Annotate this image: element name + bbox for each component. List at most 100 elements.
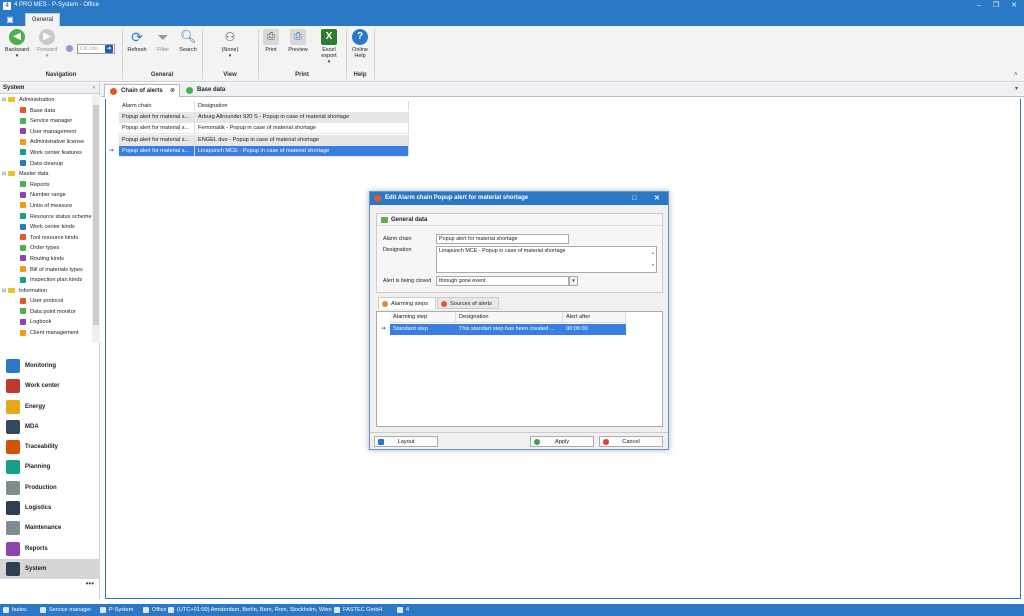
online-help-button[interactable]: ? Online Help (349, 29, 371, 59)
table-cell[interactable]: Popup alert for material s... (119, 145, 195, 157)
table-row[interactable]: Popup alert for material s... Ferromatik … (119, 123, 409, 135)
textarea-scroll-icon[interactable]: ▴ ▾ (652, 247, 654, 271)
nav-planning[interactable]: Planning (0, 457, 100, 477)
table-cell[interactable]: Popup alert for material s... (119, 112, 195, 123)
tab-dropdown-icon[interactable]: ▾ (1015, 85, 1018, 92)
cancel-button[interactable]: Cancel (599, 436, 663, 447)
tree-item[interactable]: Base data (0, 106, 92, 117)
excel-export-button[interactable]: X Excel export ▾ (316, 29, 342, 65)
step-designation-cell[interactable]: This standart step has been created ... (456, 324, 563, 335)
tab-chain-of-alerts[interactable]: Chain of alerts ⊗ (104, 84, 180, 97)
print-button[interactable]: ⎙ Print (260, 29, 282, 53)
nav-energy[interactable]: Energy (0, 397, 100, 417)
search-button[interactable]: 🔍︎ Search (176, 29, 200, 53)
tree-group[interactable]: ⊟ Administration (0, 95, 92, 106)
tree-item[interactable]: Units of measure (0, 201, 92, 212)
tree-item[interactable]: User management (0, 127, 92, 138)
tree-item[interactable]: Work center features (0, 148, 92, 159)
column-designation[interactable]: Designation (195, 101, 409, 111)
close-tab-icon[interactable]: ⊗ (170, 85, 175, 98)
close-icon[interactable]: ✕ (654, 192, 660, 205)
tree-scrollbar[interactable] (92, 95, 100, 343)
forward-button[interactable]: ▶ Forward ▾ (34, 29, 60, 59)
tree-item[interactable]: Tool resource kinds (0, 233, 92, 244)
tree-item[interactable]: Resource status scheme (0, 212, 92, 223)
alert-after-cell[interactable]: 00:06:00 (563, 324, 626, 335)
tree-item[interactable]: User protocol (0, 296, 92, 307)
nav-maintenance[interactable]: Maintenance (0, 518, 100, 538)
tab-base-data[interactable]: Base data (181, 84, 241, 97)
ccode-input[interactable]: CitCode ➜ (77, 44, 115, 54)
nav-system[interactable]: System (0, 558, 100, 580)
sidebar-header: System ‹ (0, 83, 99, 94)
item-icon (20, 213, 26, 220)
tab-general[interactable]: General (25, 13, 60, 26)
tree-item[interactable]: Administrative license (0, 137, 92, 148)
refresh-button[interactable]: ⟳ Refresh (124, 29, 150, 53)
tab-sources-of-alerts[interactable]: Sources of alerts (437, 297, 499, 309)
nav-production[interactable]: Production (0, 478, 100, 498)
tree-item[interactable]: Order types (0, 243, 92, 254)
status-icon (143, 607, 149, 613)
tree-item[interactable]: Reports (0, 180, 92, 191)
table-cell[interactable]: Popup alert for material s... (119, 123, 195, 135)
nav-logistics[interactable]: Logistics (0, 498, 100, 518)
nav-mda[interactable]: MDA (0, 417, 100, 437)
tree-item[interactable]: Client management (0, 328, 92, 339)
preview-button[interactable]: ⎙ Preview (286, 29, 310, 53)
close-icon[interactable]: ✕ (1008, 1, 1020, 11)
maximize-icon[interactable]: □ (632, 192, 636, 205)
chevron-down-icon[interactable]: ▾ (569, 276, 578, 286)
app-menu-icon[interactable]: ▣ (3, 14, 17, 25)
column-step-designation[interactable]: Designation (456, 312, 563, 323)
backward-button[interactable]: ◀ Backward ▾ (4, 29, 30, 59)
column-alarm-chain[interactable]: Alarm chain (119, 101, 195, 111)
alarm-chain-field[interactable]: Popup alert for material shortage (436, 234, 569, 244)
tree-item[interactable]: Bill of materials types (0, 265, 92, 276)
collapse-sidebar-icon[interactable]: ‹ (93, 83, 95, 94)
current-row-icon: ➔ (381, 326, 387, 332)
table-row[interactable]: Popup alert for material s... Arburg Allr… (119, 112, 409, 123)
table-cell[interactable]: ENGEL duo - Popup in case of material sh… (195, 134, 409, 146)
group-help: Help (353, 72, 367, 78)
tree-group[interactable]: ⊟ Master data (0, 169, 92, 180)
tree-group[interactable]: ⊟ Information (0, 286, 92, 297)
filter-button[interactable]: ⏷ Filter (151, 29, 175, 53)
column-alarming-step[interactable]: Alarming step (390, 312, 456, 323)
step-cell[interactable]: Standard step (390, 324, 456, 335)
tree-item[interactable]: Inspection plan kinds (0, 275, 92, 286)
table-cell[interactable]: Linapunch MCE - Popup in case of materia… (195, 145, 409, 157)
layout-button[interactable]: Layout (374, 436, 438, 447)
nav-traceability[interactable]: Traceability (0, 437, 100, 457)
apply-button[interactable]: Apply (530, 436, 594, 447)
sidebar-tree: ⊟ Administration Base data Service manager U… (0, 95, 92, 343)
nav-monitoring[interactable]: Monitoring (0, 356, 100, 376)
tree-item[interactable]: Data point monitor (0, 307, 92, 318)
tree-item[interactable]: Logbook (0, 317, 92, 328)
more-icon[interactable]: ••• (0, 579, 100, 593)
table-row[interactable]: Popup alert for material s... Linapunch M… (119, 145, 409, 157)
nav-reports[interactable]: Reports (0, 539, 100, 559)
designation-field[interactable]: Linapunch MCE - Popup in case of materia… (436, 246, 657, 273)
minimize-icon[interactable]: – (973, 1, 985, 11)
tree-item[interactable]: Work center kinds (0, 222, 92, 233)
table-cell[interactable]: Arburg Allrounder 920 S - Popup in case … (195, 112, 409, 123)
tree-item[interactable]: Routing kinds (0, 254, 92, 265)
table-row[interactable]: Popup alert for material s... ENGEL duo -… (119, 134, 409, 146)
nav-work-center[interactable]: Work center (0, 376, 100, 396)
tree-item[interactable]: Data cleanup (0, 159, 92, 170)
restore-icon[interactable]: ❐ (990, 1, 1002, 11)
ribbon-collapse-icon[interactable]: ˄ (1014, 72, 1018, 78)
view-layout-button[interactable]: ⚇ (None) ▾ (212, 29, 248, 59)
scrollbar-thumb[interactable] (93, 105, 99, 325)
tab-alarming-steps[interactable]: Alarming steps (378, 297, 436, 309)
tree-item[interactable]: Service manager (0, 116, 92, 127)
column-alert-after[interactable]: Alert after (563, 312, 626, 323)
table-cell[interactable]: Ferromatik - Popup in case of material s… (195, 123, 409, 135)
tree-item[interactable]: Number range (0, 190, 92, 201)
status-item: FASTEC GmbH (334, 604, 382, 616)
go-icon[interactable]: ➜ (105, 45, 113, 53)
print-preview-icon: ⎙ (290, 29, 306, 45)
alert-closed-select[interactable]: through gone event ▾ (436, 276, 578, 286)
table-cell[interactable]: Popup alert for material s... (119, 134, 195, 146)
